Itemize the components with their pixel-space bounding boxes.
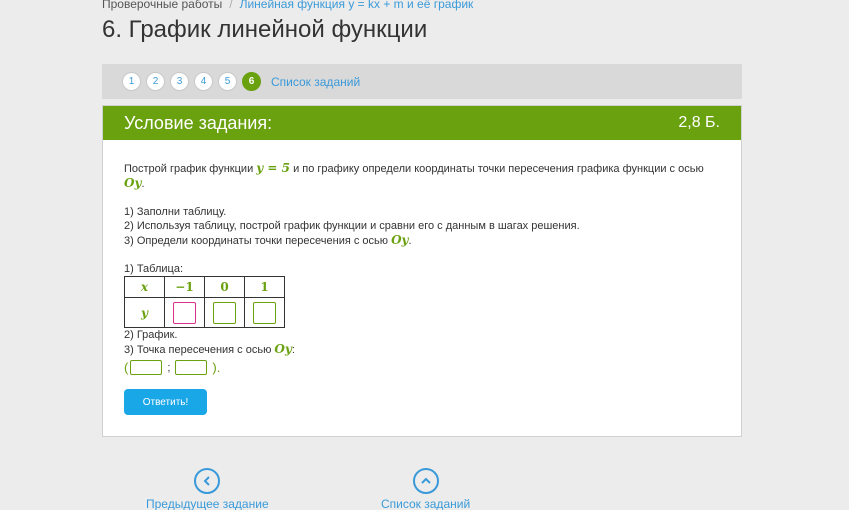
task-list-label[interactable]: Список заданий (381, 497, 470, 510)
statement-text-end: . (141, 178, 145, 190)
submit-answer-button[interactable]: Ответить! (124, 389, 207, 415)
axis-label: Oy (391, 233, 409, 247)
table-x-value: −1 (164, 276, 205, 298)
panel-title: Условие задания: (124, 112, 273, 133)
task-list-link[interactable]: Список заданий (271, 75, 360, 89)
table-label: 1) Таблица: (124, 263, 184, 275)
table-row-x: x −1 0 1 (124, 276, 285, 298)
task-navigation: 1 2 3 4 5 6 Список заданий (102, 64, 742, 99)
y-value-input-2[interactable] (213, 301, 236, 324)
table-x-value: 0 (204, 276, 245, 298)
open-paren: ( (124, 359, 129, 375)
point-y-input[interactable] (175, 360, 208, 375)
page-title: 6. График линейной функции (102, 16, 428, 43)
y-value-input-3[interactable] (253, 301, 276, 324)
task-number-5[interactable]: 5 (218, 72, 237, 91)
intersection-text: 3) Точка пересечения с осью (124, 344, 275, 356)
task-number-4[interactable]: 4 (194, 72, 213, 91)
previous-task-nav[interactable]: Предыдущее задание (146, 468, 269, 510)
table-header-y: y (124, 297, 165, 328)
task-number-6-active[interactable]: 6 (242, 72, 261, 91)
graph-label: 2) График. (124, 329, 178, 341)
intersection-colon: : (291, 344, 295, 356)
point-x-input[interactable] (130, 360, 163, 375)
table-row-y: y (124, 297, 285, 328)
task-panel: Условие задания: 2,8 Б. Построй график ф… (102, 105, 742, 437)
step-1: 1) Заполни таблицу. (124, 206, 227, 218)
intersection-answer: ( ; ). (124, 360, 720, 375)
breadcrumb-current-link[interactable]: Линейная функция y = kx + m и её график (240, 0, 474, 11)
step-3-text: 3) Определи координаты точки пересечения… (124, 235, 392, 247)
close-paren: ). (212, 359, 221, 375)
breadcrumb: Проверочные работы / Линейная функция y = … (102, 0, 473, 11)
previous-task-label[interactable]: Предыдущее задание (146, 497, 269, 510)
table-y-cell (204, 297, 245, 328)
step-2: 2) Используя таблицу, построй график фун… (124, 220, 580, 232)
semicolon: ; (167, 361, 171, 374)
breadcrumb-separator: / (229, 0, 233, 11)
step-3: 3) Определи координаты точки пересечения… (124, 233, 720, 248)
breadcrumb-root-link[interactable]: Проверочные работы (102, 0, 222, 11)
task-number-1[interactable]: 1 (122, 72, 141, 91)
step-3-end: . (408, 235, 412, 247)
task-list-nav[interactable]: Список заданий (381, 468, 470, 510)
panel-header: Условие задания: 2,8 Б. (103, 106, 741, 140)
function-formula: y = 5 (256, 161, 291, 175)
task-statement: Построй график функции y = 5 и по график… (124, 161, 720, 191)
task-number-3[interactable]: 3 (170, 72, 189, 91)
table-x-value: 1 (244, 276, 285, 298)
axis-label: Oy (274, 342, 292, 356)
table-y-cell (164, 297, 205, 328)
values-table: x −1 0 1 y (124, 276, 285, 328)
chevron-left-icon[interactable] (194, 468, 221, 494)
chevron-up-icon[interactable] (412, 468, 439, 494)
table-y-cell (244, 297, 285, 328)
statement-text-pre: Построй график функции (124, 163, 257, 175)
intersection-label: 3) Точка пересечения с осью Oy: (124, 342, 720, 357)
task-number-2[interactable]: 2 (146, 72, 165, 91)
y-value-input-1[interactable] (173, 301, 196, 324)
task-content: Построй график функции y = 5 и по график… (103, 140, 741, 375)
axis-label: Oy (124, 176, 142, 190)
task-score: 2,8 Б. (678, 114, 720, 131)
statement-text-mid: и по графику определи координаты точки п… (290, 163, 704, 175)
table-header-x: x (124, 276, 165, 298)
